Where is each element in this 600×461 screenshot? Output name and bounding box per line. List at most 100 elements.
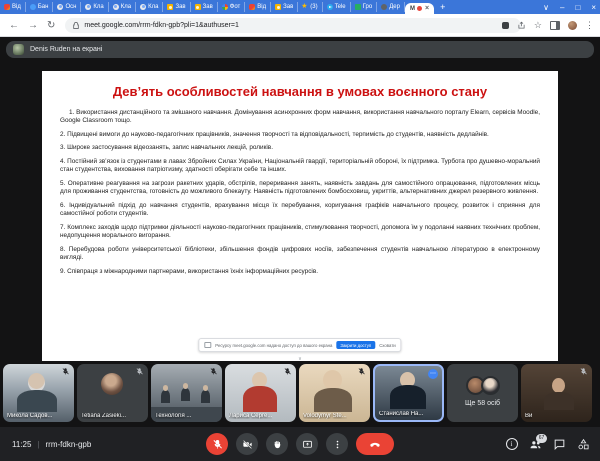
participant-tile[interactable]: Tetiana Zasieki...	[77, 364, 148, 422]
tab-label: Tele	[335, 4, 346, 10]
tab-label: Від	[12, 4, 21, 10]
minimize-icon[interactable]: –	[560, 3, 564, 12]
self-view-tile[interactable]: Ви	[521, 364, 592, 422]
address-bar[interactable]: meet.google.com/rrm-fdkn-gpb?pli=1&authu…	[65, 18, 521, 33]
tab-close-icon[interactable]: ×	[425, 5, 429, 12]
tile-menu-badge-icon[interactable]: ⋯	[428, 369, 438, 379]
person-favicon-icon	[140, 4, 146, 10]
maximize-icon[interactable]: □	[575, 3, 580, 12]
close-icon[interactable]: ×	[591, 3, 596, 12]
reload-icon[interactable]: ↻	[47, 20, 55, 31]
browser-tab-active-meet[interactable]: M ×	[405, 3, 434, 14]
video-favicon-icon	[4, 4, 10, 10]
browser-tab[interactable]: Від	[245, 2, 271, 12]
slide-paragraph: 3. Широке застосування відеозанять, запи…	[60, 144, 540, 153]
more-options-button[interactable]	[326, 433, 348, 455]
photos-favicon-icon	[222, 4, 228, 10]
participant-count-badge: 67	[536, 434, 547, 443]
browser-tab[interactable]: Tele	[323, 2, 351, 12]
profile-avatar[interactable]	[568, 21, 577, 30]
camera-button[interactable]	[236, 433, 258, 455]
hand-icon	[272, 439, 283, 450]
video-frame	[323, 370, 342, 390]
notice-collapse-chevron-icon[interactable]: ∨	[298, 357, 302, 361]
tab-label: Зав	[175, 4, 185, 10]
mic-off-icon	[579, 367, 588, 376]
browser-kebab-menu-icon[interactable]: ⋮	[585, 20, 594, 31]
browser-tab[interactable]: Зав	[163, 2, 190, 12]
participants-button[interactable]: 67	[529, 438, 542, 451]
slide-paragraph: 8. Перебудова роботи університетської бі…	[60, 246, 540, 263]
browser-window: Від Бан Осн Кла Кла Кла Зав Зав Фот Від …	[0, 0, 600, 461]
participant-strip: Микола Садов... Tetiana Zasieki... Техно…	[3, 364, 592, 422]
tab-label: Зав	[203, 4, 213, 10]
participant-name: Tetiana Zasieki...	[81, 413, 126, 419]
tab-label: Фот	[230, 4, 241, 10]
mic-off-icon	[357, 367, 366, 376]
browser-tab[interactable]: Гро	[351, 2, 378, 12]
participant-tile[interactable]: Микола Садов...	[3, 364, 74, 422]
browser-tab[interactable]: Кла	[136, 2, 163, 12]
participant-avatar	[101, 373, 123, 395]
mic-off-icon	[212, 439, 223, 450]
browser-tab[interactable]: Фот	[218, 2, 246, 12]
end-call-icon	[368, 437, 382, 451]
extension-icon[interactable]	[502, 22, 509, 29]
tab-label: Кла	[121, 4, 131, 10]
browser-tab[interactable]: Кла	[109, 2, 136, 12]
mic-off-icon	[209, 367, 218, 376]
camera-off-icon	[242, 439, 253, 450]
participant-name: Технологія ...	[155, 413, 191, 419]
meet-stage: Denis Ruden на екрані Дев’ять особливост…	[0, 37, 600, 461]
new-tab-button[interactable]: +	[434, 0, 451, 14]
participant-tile[interactable]: Volodymyr Ste...	[299, 364, 370, 422]
browser-tab[interactable]: Від	[0, 2, 26, 12]
browser-tab[interactable]: Дер	[377, 2, 405, 12]
mic-off-icon	[135, 367, 144, 376]
slide-title: Дев’ять особливостей навчання в умовах в…	[60, 84, 540, 100]
meeting-info: 11:25 | rrm-fdkn-gpb	[12, 427, 91, 461]
present-icon	[302, 439, 313, 450]
side-panel-icon[interactable]	[550, 21, 560, 30]
tab-strip: Від Бан Осн Кла Кла Кла Зав Зав Фот Від …	[0, 0, 600, 14]
mic-off-icon	[283, 367, 292, 376]
end-call-button[interactable]	[356, 433, 394, 455]
back-icon[interactable]: ←	[9, 20, 19, 31]
browser-tab[interactable]: (3)	[298, 2, 322, 12]
tab-label: Гро	[363, 4, 373, 10]
slide-paragraph: 2. Підвищені вимоги до науково-педагогіч…	[60, 131, 540, 140]
forward-icon[interactable]: →	[28, 20, 38, 31]
participant-tile-active-speaker[interactable]: ⋯ Станислав На...	[373, 364, 444, 422]
share-icon[interactable]	[517, 21, 526, 30]
activities-button[interactable]	[577, 438, 590, 451]
kebab-menu-icon	[332, 439, 343, 450]
window-controls: ∨ – □ ×	[543, 0, 596, 14]
browser-tab[interactable]: Осн	[53, 2, 81, 12]
chat-button[interactable]	[553, 438, 566, 451]
raise-hand-button[interactable]	[266, 433, 288, 455]
more-participants-tile[interactable]: Ще 58 осіб	[447, 364, 518, 422]
divider: |	[37, 440, 39, 449]
browser-tab[interactable]: Зав	[191, 2, 218, 12]
present-screen-button[interactable]	[296, 433, 318, 455]
slide-paragraph: 6. Індивідуальний підхід до навчання сту…	[60, 202, 540, 219]
participant-tile[interactable]: Технологія ...	[151, 364, 222, 422]
bookmark-star-icon[interactable]: ☆	[534, 20, 542, 31]
browser-menu-chevron-icon[interactable]: ∨	[543, 3, 549, 12]
star-favicon-icon	[302, 4, 308, 10]
presenting-banner-text: Denis Ruden на екрані	[30, 46, 102, 53]
browser-tab[interactable]: Бан	[26, 2, 54, 12]
stop-sharing-button[interactable]: Закрити доступ	[336, 341, 375, 349]
hide-notice-button[interactable]: Сховати	[379, 343, 396, 348]
video-frame	[201, 390, 210, 403]
participant-name: Станислав На...	[379, 411, 423, 417]
browser-tab[interactable]: Зав	[271, 2, 298, 12]
clock-time: 11:25	[12, 440, 31, 449]
browser-tab[interactable]: Кла	[81, 2, 108, 12]
person-favicon-icon	[85, 4, 91, 10]
participant-tile[interactable]: Лариса Серге...	[225, 364, 296, 422]
meeting-details-button[interactable]: i	[505, 438, 518, 451]
activities-shapes-icon	[577, 438, 590, 451]
mic-mute-button[interactable]	[206, 433, 228, 455]
tab-label: Від	[257, 4, 266, 10]
